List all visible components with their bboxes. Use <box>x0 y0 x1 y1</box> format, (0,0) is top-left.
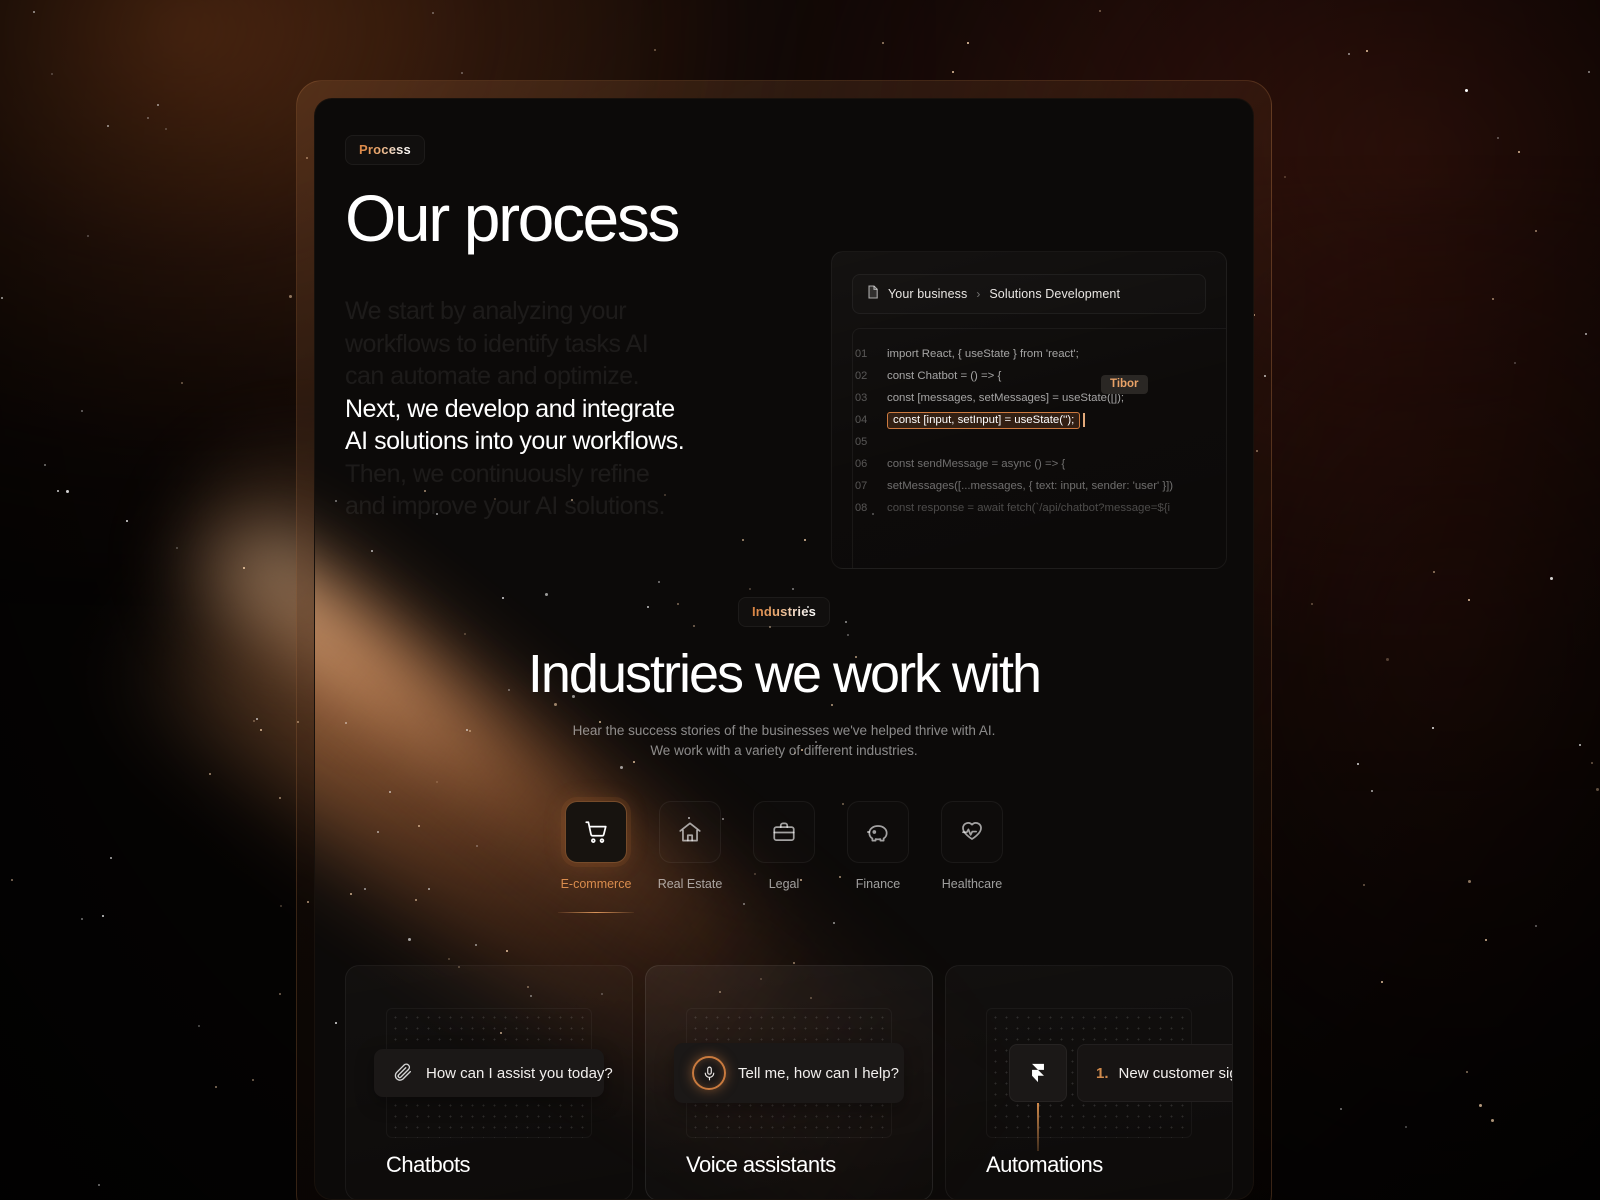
chevron-right-icon: › <box>976 287 981 301</box>
process-badge: Process <box>345 135 425 165</box>
code-text: import React, { useState } from 'react'; <box>887 348 1079 360</box>
framer-icon <box>1009 1044 1067 1151</box>
code-text: const [input, setInput] = useState(''); <box>887 411 1081 429</box>
piggy-bank-icon <box>847 801 909 864</box>
paperclip-icon <box>392 1062 414 1084</box>
line-number: 02 <box>855 370 868 382</box>
automation-step-label: New customer signup <box>1118 1064 1232 1082</box>
industry-tab-finance[interactable]: Finance <box>845 801 911 891</box>
industry-tab-label: Finance <box>855 877 901 892</box>
line-number: 06 <box>855 458 868 470</box>
process-badge-label: Process <box>359 142 411 157</box>
microphone-icon <box>692 1056 726 1090</box>
line-number: 01 <box>855 348 868 360</box>
service-card-chatbots[interactable]: How can I assist you today? Chatbots <box>345 965 633 1199</box>
briefcase-icon <box>753 801 815 864</box>
card-visual: How can I assist you today? <box>374 1008 613 1138</box>
process-line: AI solutions into your workflows. <box>345 427 685 455</box>
industry-tab-legal[interactable]: Legal <box>751 801 817 891</box>
code-line: 04 const [input, setInput] = useState('')… <box>853 409 1226 431</box>
active-tab-indicator <box>558 911 634 914</box>
breadcrumb[interactable]: Your business › Solutions Development <box>852 274 1206 314</box>
code-line: 06 const sendMessage = async () => { <box>853 453 1226 475</box>
code-editor-panel: Your business › Solutions Development 01… <box>831 251 1227 569</box>
process-paragraph: We start by analyzing your workflows to i… <box>345 295 765 523</box>
automation-flow: 1. New customer signup <box>1009 1044 1232 1151</box>
code-text: const [messages, setMessages] = useState… <box>887 392 1125 404</box>
process-line: We start by analyzing your <box>345 297 627 325</box>
process-line: workflows to identify tasks AI <box>345 329 649 358</box>
automation-step: 1. New customer signup <box>1077 1044 1232 1102</box>
code-text: const Chatbot = () => { <box>887 370 1002 382</box>
file-icon <box>867 284 879 304</box>
code-line: 05 <box>853 431 1226 453</box>
service-cards: How can I assist you today? Chatbots Tell … <box>345 965 1233 1199</box>
process-line: Then, we continuously refine <box>345 459 650 488</box>
line-number: 04 <box>855 414 868 426</box>
card-title: Automations <box>986 1152 1103 1177</box>
service-card-voice-assistants[interactable]: Tell me, how can I help? Voice assistants <box>645 965 933 1199</box>
line-number: 03 <box>855 392 868 404</box>
chip-message: Tell me, how can I help? <box>738 1064 899 1082</box>
industry-tab-healthcare[interactable]: Healthcare <box>939 801 1005 891</box>
code-line: 01 import React, { useState } from 'react… <box>853 343 1226 365</box>
code-line: 07 setMessages([...messages, { text: inp… <box>853 475 1226 497</box>
industry-tab-label: E-commerce <box>560 877 632 892</box>
industries-section: Industries Industries we work with Hear … <box>315 597 1253 914</box>
text-cursor <box>1083 413 1085 427</box>
line-number: 08 <box>855 502 868 514</box>
process-line: and improve your AI solutions. <box>345 492 665 520</box>
code-text: setMessages([...messages, { text: input,… <box>887 480 1174 492</box>
industry-tab-label: Legal <box>768 877 800 892</box>
industry-tab-label: Real Estate <box>657 877 723 892</box>
collaborator-cursor-label: Tibor <box>1101 375 1148 394</box>
breadcrumb-root[interactable]: Your business <box>888 287 967 301</box>
code-line: 02 const Chatbot = () => { <box>853 365 1226 387</box>
message-chip: Tell me, how can I help? <box>674 1043 904 1103</box>
code-text: const response = await fetch(`/api/chatb… <box>887 502 1171 514</box>
industry-tabs: E-commerce Real Estate Legal Finance Healthc… <box>315 801 1253 914</box>
chip-message: How can I assist you today? <box>426 1064 613 1082</box>
house-icon <box>659 801 721 864</box>
process-line: can automate and optimize. <box>345 362 640 390</box>
industries-subtitle: Hear the success stories of the business… <box>572 723 996 759</box>
page-surface: Process Our process We start by analyzin… <box>314 98 1254 1200</box>
heart-pulse-icon <box>941 801 1003 864</box>
industries-badge-label: Industries <box>751 604 817 619</box>
card-visual: Tell me, how can I help? <box>674 1008 904 1138</box>
breadcrumb-current[interactable]: Solutions Development <box>989 287 1120 301</box>
service-card-automations[interactable]: 1. New customer signup Automations <box>945 965 1233 1199</box>
code-text: const sendMessage = async () => { <box>887 458 1066 470</box>
card-title: Chatbots <box>386 1152 471 1177</box>
industry-tab-e-commerce[interactable]: E-commerce <box>558 801 634 914</box>
message-chip: How can I assist you today? <box>374 1049 613 1097</box>
card-title: Voice assistants <box>686 1152 836 1177</box>
shopping-cart-icon <box>565 801 627 864</box>
code-line: 08 const response = await fetch(`/api/ch… <box>853 497 1226 519</box>
industries-badge: Industries <box>737 597 831 627</box>
industries-title: Industries we work with <box>527 644 1042 704</box>
line-number: 05 <box>855 436 868 448</box>
process-line: Next, we develop and integrate <box>345 394 675 423</box>
line-number: 07 <box>855 480 868 492</box>
code-lines: 01 import React, { useState } from 'react… <box>852 328 1226 568</box>
industry-tab-label: Healthcare <box>941 877 1003 892</box>
industry-tab-real-estate[interactable]: Real Estate <box>657 801 723 891</box>
card-visual: 1. New customer signup <box>986 1008 1232 1151</box>
code-line: 03 const [messages, setMessages] = useSt… <box>853 375 1226 409</box>
automation-step-number: 1. <box>1096 1064 1109 1082</box>
page-title: Our process <box>345 181 680 255</box>
